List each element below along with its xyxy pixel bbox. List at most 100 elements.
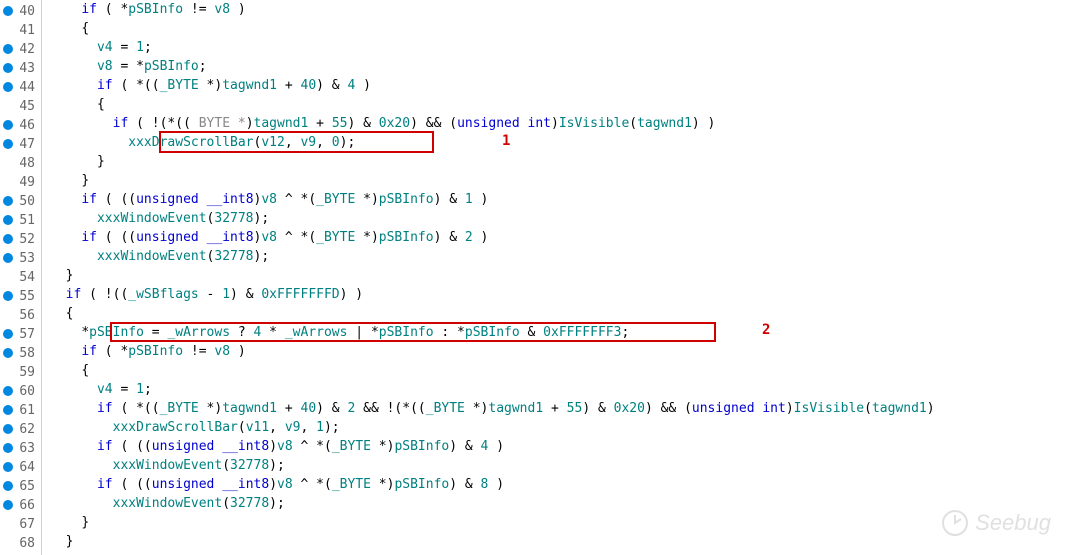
code-line[interactable]: xxxWindowEvent(32778); — [50, 496, 1071, 515]
gutter-line[interactable]: 41 — [0, 21, 41, 40]
code-line[interactable]: if ( *pSBInfo != v8 ) — [50, 2, 1071, 21]
token-id-type: xxxDrawScrollBar — [128, 135, 253, 150]
gutter-line[interactable]: 46 — [0, 116, 41, 135]
gutter-line[interactable]: 52 — [0, 230, 41, 249]
token-num: 32778 — [230, 496, 269, 511]
breakpoint-icon[interactable] — [3, 481, 13, 491]
token-kw: if — [81, 344, 97, 359]
breakpoint-icon[interactable] — [3, 215, 13, 225]
code-line[interactable]: { — [50, 306, 1071, 325]
gutter-line[interactable]: 55 — [0, 287, 41, 306]
gutter-line[interactable]: 65 — [0, 477, 41, 496]
gutter-line[interactable]: 47 — [0, 135, 41, 154]
code-line[interactable]: { — [50, 97, 1071, 116]
breakpoint-icon[interactable] — [3, 424, 13, 434]
token-op: * — [261, 325, 284, 340]
breakpoint-icon[interactable] — [3, 500, 13, 510]
gutter-line[interactable]: 51 — [0, 211, 41, 230]
breakpoint-icon[interactable] — [3, 6, 13, 16]
breakpoint-icon[interactable] — [3, 443, 13, 453]
code-line[interactable]: } — [50, 268, 1071, 287]
token-id-type: pSBInfo — [144, 59, 199, 74]
token-num: 2 — [465, 230, 473, 245]
code-line[interactable]: *pSBInfo = _wArrows ? 4 * _wArrows | *pS… — [50, 325, 1071, 344]
breakpoint-icon[interactable] — [3, 253, 13, 263]
breakpoint-icon[interactable] — [3, 234, 13, 244]
gutter-line[interactable]: 67 — [0, 515, 41, 534]
breakpoint-icon[interactable] — [3, 120, 13, 130]
gutter-line[interactable]: 58 — [0, 344, 41, 363]
gutter-line[interactable]: 44 — [0, 78, 41, 97]
code-line[interactable]: if ( *((_BYTE *)tagwnd1 + 40) & 4 ) — [50, 78, 1071, 97]
token-op: ) — [230, 344, 246, 359]
token-num: 0xFFFFFFF3 — [543, 325, 621, 340]
code-line[interactable]: v4 = 1; — [50, 40, 1071, 59]
gutter-line[interactable]: 68 — [0, 534, 41, 553]
breakpoint-icon[interactable] — [3, 462, 13, 472]
code-line[interactable]: if ( *pSBInfo != v8 ) — [50, 344, 1071, 363]
code-line[interactable]: v4 = 1; — [50, 382, 1071, 401]
code-line[interactable]: } — [50, 154, 1071, 173]
code-line[interactable]: if ( !((_wSBflags - 1) & 0xFFFFFFFD) ) — [50, 287, 1071, 306]
breakpoint-icon[interactable] — [3, 139, 13, 149]
code-line[interactable]: { — [50, 21, 1071, 40]
gutter-line[interactable]: 50 — [0, 192, 41, 211]
gutter-line[interactable]: 45 — [0, 97, 41, 116]
code-line[interactable]: xxxDrawScrollBar(v11, v9, 1); — [50, 420, 1071, 439]
token-op: ( (( — [97, 230, 136, 245]
breakpoint-icon[interactable] — [3, 44, 13, 54]
code-line[interactable]: if ( ((unsigned __int8)v8 ^ *(_BYTE *)pS… — [50, 230, 1071, 249]
gutter-line[interactable]: 56 — [0, 306, 41, 325]
breakpoint-icon[interactable] — [3, 405, 13, 415]
code-line[interactable]: } — [50, 534, 1071, 553]
gutter-line[interactable]: 40 — [0, 2, 41, 21]
gutter-line[interactable]: 53 — [0, 249, 41, 268]
watermark-text: Seebug — [975, 510, 1051, 536]
gutter-line[interactable]: 42 — [0, 40, 41, 59]
gutter-line[interactable]: 54 — [0, 268, 41, 287]
gutter-line[interactable]: 66 — [0, 496, 41, 515]
code-area[interactable]: 1 2 if ( *pSBInfo != v8 ) { v4 = 1; v8 =… — [42, 0, 1071, 555]
gutter-line[interactable]: 63 — [0, 439, 41, 458]
code-line[interactable]: v8 = *pSBInfo; — [50, 59, 1071, 78]
code-line[interactable]: } — [50, 173, 1071, 192]
token-kw: if — [66, 287, 82, 302]
code-line[interactable]: xxxWindowEvent(32778); — [50, 249, 1071, 268]
gutter-line[interactable]: 48 — [0, 154, 41, 173]
line-number: 49 — [19, 175, 35, 190]
code-line[interactable]: if ( *((_BYTE *)tagwnd1 + 40) & 2 && !(*… — [50, 401, 1071, 420]
gutter-line[interactable]: 62 — [0, 420, 41, 439]
breakpoint-icon[interactable] — [3, 196, 13, 206]
gutter-line[interactable]: 64 — [0, 458, 41, 477]
line-number: 44 — [19, 80, 35, 95]
gutter-line[interactable]: 57 — [0, 325, 41, 344]
code-line[interactable]: xxxWindowEvent(32778); — [50, 211, 1071, 230]
code-line[interactable]: if ( ((unsigned __int8)v8 ^ *(_BYTE *)pS… — [50, 192, 1071, 211]
code-line[interactable]: if ( ((unsigned __int8)v8 ^ *(_BYTE *)pS… — [50, 439, 1071, 458]
code-line[interactable]: if ( ((unsigned __int8)v8 ^ *(_BYTE *)pS… — [50, 477, 1071, 496]
token-kw: if — [97, 401, 113, 416]
code-line[interactable]: xxxDrawScrollBar(v12, v9, 0); — [50, 135, 1071, 154]
breakpoint-icon[interactable] — [3, 291, 13, 301]
token-op — [199, 230, 207, 245]
code-line[interactable]: } — [50, 515, 1071, 534]
breakpoint-icon[interactable] — [3, 63, 13, 73]
gutter-line[interactable]: 59 — [0, 363, 41, 382]
token-op: ( (( — [97, 192, 136, 207]
gutter-line[interactable]: 60 — [0, 382, 41, 401]
gutter-line[interactable]: 49 — [0, 173, 41, 192]
token-id-type: tagwnd1 — [222, 78, 277, 93]
token-op: *) — [371, 477, 394, 492]
token-op: | * — [347, 325, 378, 340]
breakpoint-icon[interactable] — [3, 329, 13, 339]
breakpoint-icon[interactable] — [3, 386, 13, 396]
token-op — [520, 116, 528, 131]
code-line[interactable]: xxxWindowEvent(32778); — [50, 458, 1071, 477]
gutter-line[interactable]: 43 — [0, 59, 41, 78]
gutter-line[interactable]: 61 — [0, 401, 41, 420]
code-line[interactable]: if ( !(*(( BYTE *)tagwnd1 + 55) & 0x20) … — [50, 116, 1071, 135]
token-op: *) — [465, 401, 488, 416]
breakpoint-icon[interactable] — [3, 82, 13, 92]
breakpoint-icon[interactable] — [3, 348, 13, 358]
code-line[interactable]: { — [50, 363, 1071, 382]
